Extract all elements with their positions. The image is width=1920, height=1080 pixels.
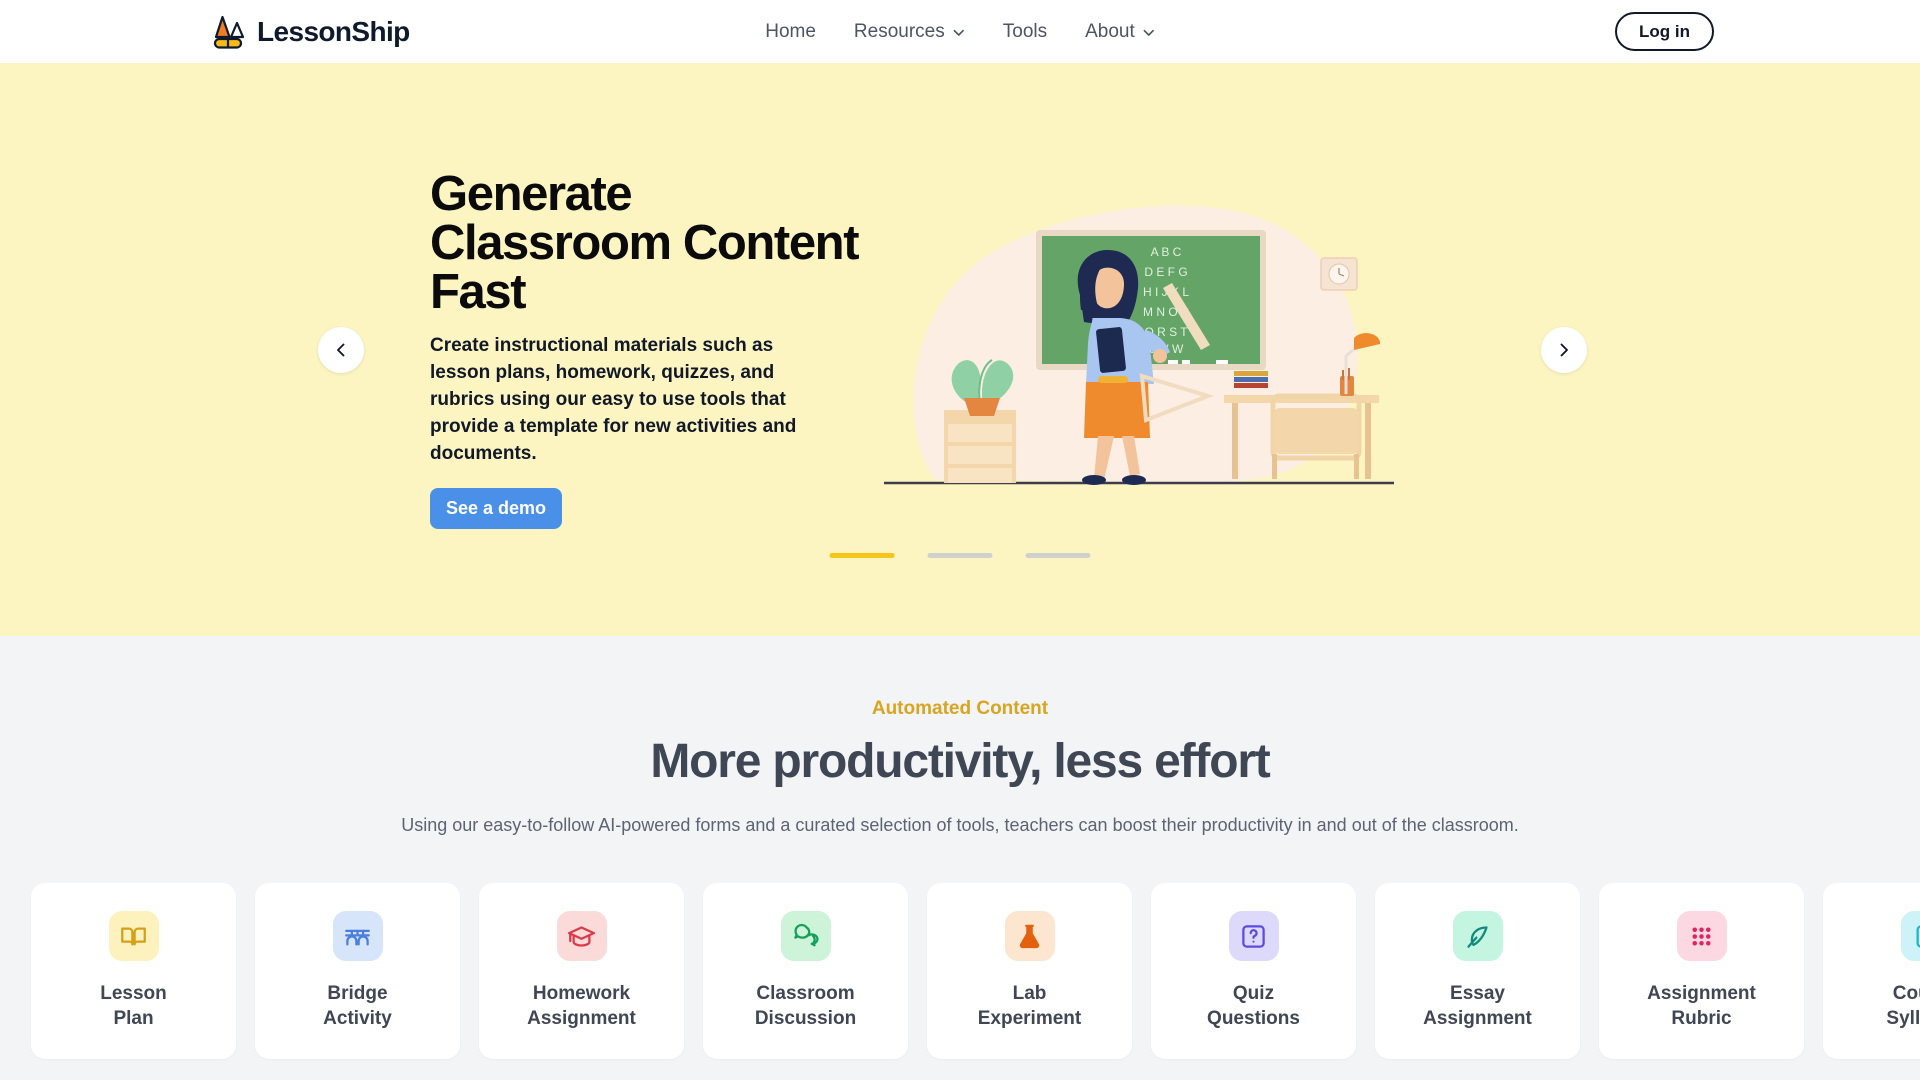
question-box-icon	[1228, 911, 1279, 962]
tool-card-course-syllabus[interactable]: Course Syllabus	[1823, 883, 1920, 1059]
tool-card-label: Quiz Questions	[1207, 983, 1300, 1029]
chevron-down-icon	[1143, 29, 1154, 36]
tool-card-lab-experiment[interactable]: Lab Experiment	[927, 883, 1132, 1059]
grid-dots-icon	[1676, 911, 1727, 962]
tool-card-label: Assignment Rubric	[1647, 983, 1756, 1029]
feather-quill-icon	[1452, 911, 1503, 962]
carousel-pagination	[829, 553, 1091, 558]
chevron-down-icon	[953, 29, 964, 36]
main-navigation: Home Resources Tools About	[765, 21, 1155, 43]
section-title: More productivity, less effort	[650, 735, 1270, 788]
bridge-icon	[332, 911, 383, 962]
tool-card-quiz-questions[interactable]: Quiz Questions	[1151, 883, 1356, 1059]
tool-card-label: Lesson Plan	[100, 983, 167, 1029]
nav-item-tools[interactable]: Tools	[1003, 21, 1047, 43]
tool-card-label: Essay Assignment	[1423, 983, 1532, 1029]
clipboard-icon	[1900, 911, 1920, 962]
carousel-dot-2[interactable]	[927, 553, 993, 558]
carousel-dot-3[interactable]	[1025, 553, 1091, 558]
tool-card-label: Homework Assignment	[527, 983, 636, 1029]
hero-copy: Generate Classroom Content Fast Create i…	[430, 170, 860, 529]
svg-text:A B C: A B C	[1151, 245, 1182, 259]
hero-carousel: Generate Classroom Content Fast Create i…	[0, 63, 1920, 636]
nav-item-home[interactable]: Home	[765, 21, 816, 43]
section-subtitle: Using our easy-to-follow AI-powered form…	[401, 815, 1519, 835]
graduation-cap-icon	[556, 911, 607, 962]
logo[interactable]: LessonShip	[208, 12, 410, 52]
tool-card-assignment-rubric[interactable]: Assignment Rubric	[1599, 883, 1804, 1059]
see-a-demo-button[interactable]: See a demo	[430, 487, 563, 529]
carousel-prev-button[interactable]	[318, 326, 364, 373]
tool-card-label: Classroom Discussion	[754, 983, 857, 1029]
teacher-at-chalkboard-illustration: A B C D E F G H I J K L M N O P Q R S T …	[884, 205, 1394, 485]
tool-card-list: Lesson Plan Bridge Activity Homework Ass…	[0, 883, 1920, 1059]
features-section: Automated Content More productivity, les…	[0, 636, 1920, 1080]
nav-label: Tools	[1002, 20, 1048, 42]
hero-description: Create instructional materials such as l…	[430, 335, 797, 464]
carousel-next-button[interactable]	[1541, 326, 1587, 373]
login-button[interactable]: Log in	[1615, 12, 1714, 51]
tool-card-label: Lab Experiment	[977, 983, 1082, 1029]
nav-item-resources[interactable]: Resources	[854, 21, 965, 43]
chat-bubbles-icon	[780, 911, 831, 962]
nav-label: Home	[765, 20, 816, 42]
chevron-left-icon	[337, 343, 345, 356]
tool-card-bridge-activity[interactable]: Bridge Activity	[255, 883, 460, 1059]
open-book-icon	[108, 911, 159, 962]
tool-card-essay-assignment[interactable]: Essay Assignment	[1375, 883, 1580, 1059]
chevron-right-icon	[1560, 343, 1568, 356]
tool-card-classroom-discussion[interactable]: Classroom Discussion	[703, 883, 908, 1059]
carousel-dot-1[interactable]	[829, 553, 895, 558]
site-header: LessonShip Home Resources Tools About Lo…	[0, 0, 1920, 63]
logo-text: LessonShip	[257, 15, 410, 47]
nav-item-about[interactable]: About	[1085, 21, 1155, 43]
tool-card-homework-assignment[interactable]: Homework Assignment	[479, 883, 684, 1059]
flask-icon	[1004, 911, 1055, 962]
tool-card-label: Bridge Activity	[323, 983, 392, 1029]
tool-card-lesson-plan[interactable]: Lesson Plan	[31, 883, 236, 1059]
lessonship-logo-icon	[213, 15, 245, 49]
svg-text:D E F G: D E F G	[1144, 265, 1187, 279]
hero-title: Generate Classroom Content Fast	[430, 167, 860, 320]
nav-label: Resources	[853, 20, 945, 42]
nav-label: About	[1085, 20, 1135, 42]
tool-card-label: Course Syllabus	[1886, 983, 1920, 1029]
section-eyebrow: Automated Content	[871, 698, 1049, 719]
